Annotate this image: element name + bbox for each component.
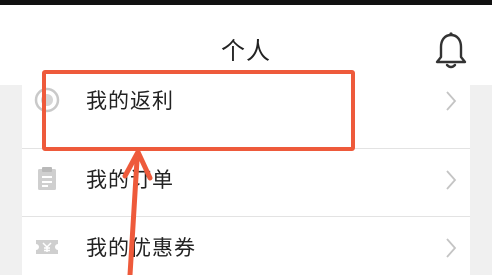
page-title: 个人 [221,37,271,65]
menu-item-rebate[interactable]: 我的返利 [22,70,470,132]
menu-item-orders[interactable]: 我的订单 [22,149,470,211]
chevron-right-icon [446,238,457,258]
bell-icon[interactable] [434,31,468,71]
rebate-coin-icon [34,87,60,113]
chevron-right-icon [446,91,457,111]
menu-item-label: 我的返利 [86,89,174,113]
menu-list: 我的返利 我的订单 我的优惠券 [0,85,492,275]
menu-item-coupons[interactable]: 我的优惠券 [22,217,470,275]
chevron-right-icon [446,170,457,190]
menu-item-label: 我的优惠券 [86,236,196,260]
order-clipboard-icon [38,167,56,190]
menu-item-label: 我的订单 [86,168,174,192]
coupon-icon [36,240,58,254]
menu-panel: 我的返利 我的订单 我的优惠券 [22,85,470,275]
screen: 个人 我的返利 我的订单 我的优惠券 [0,0,492,275]
